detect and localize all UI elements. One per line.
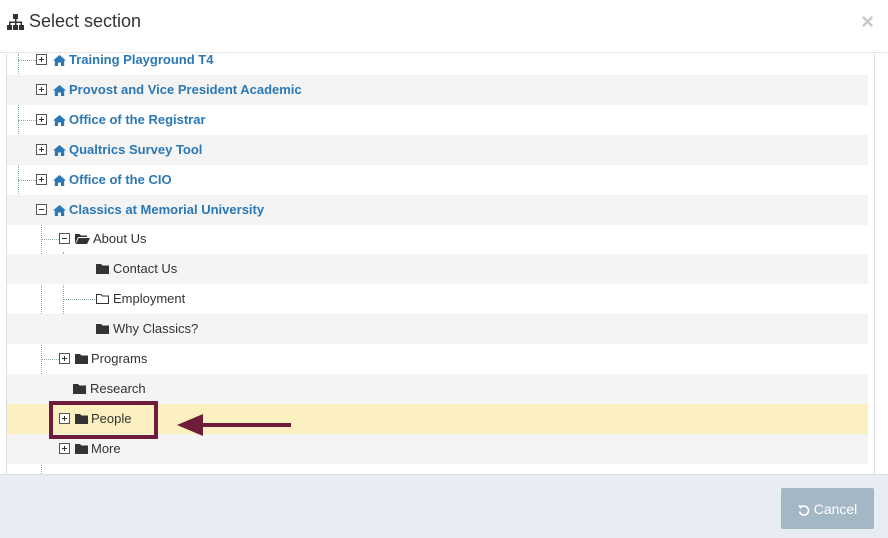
annotation-arrow-icon [177,414,291,436]
tree-item-training-playground[interactable]: Training Playground T4 [7,54,868,75]
tree-item-label[interactable]: Provost and Vice President Academic [69,75,302,105]
home-icon [53,115,66,126]
tree-item-about-us[interactable]: About Us [7,224,868,254]
tree-item-qualtrics[interactable]: Qualtrics Survey Tool [7,135,868,165]
tree-item-label[interactable]: Programs [91,344,147,374]
tree-item-label[interactable]: Contact Us [113,254,177,284]
folder-icon [73,384,86,394]
dialog-footer: Cancel [0,474,888,538]
folder-outline-icon [96,294,109,304]
expand-icon[interactable] [36,144,47,155]
home-icon [53,175,66,186]
sitemap-icon [7,14,24,30]
folder-icon [96,324,109,334]
tree-item-research[interactable]: Research [7,374,868,404]
tree-item-programs[interactable]: Programs [7,344,868,374]
tree-item-contact-us[interactable]: Contact Us [7,254,868,284]
tree-item-label[interactable]: About Us [93,224,146,254]
tree-item-classics[interactable]: Classics at Memorial University [7,195,868,225]
tree-item-label[interactable]: Office of the CIO [69,165,172,195]
dialog-title: Select section [29,11,142,31]
close-icon: × [861,9,874,34]
home-icon [53,55,66,66]
folder-icon [75,444,88,454]
tree-item-provost[interactable]: Provost and Vice President Academic [7,75,868,105]
expand-icon[interactable] [59,353,70,364]
cancel-button[interactable]: Cancel [781,488,874,529]
expand-icon[interactable] [36,114,47,125]
folder-icon [96,264,109,274]
folder-icon [75,354,88,364]
expand-icon[interactable] [36,174,47,185]
home-icon [53,145,66,156]
tree-item-label[interactable]: Why Classics? [113,314,198,344]
expand-icon[interactable] [36,54,47,65]
expand-icon[interactable] [59,443,70,454]
tree-item-label[interactable]: Qualtrics Survey Tool [69,135,202,165]
folder-open-icon [75,234,90,244]
home-icon [53,205,66,216]
annotation-highlight-box [49,401,158,439]
tree-item-why-classics[interactable]: Why Classics? [7,314,868,344]
tree-item-label[interactable]: Research [90,374,146,404]
expand-icon[interactable] [36,84,47,95]
close-button[interactable]: × [861,10,874,34]
collapse-icon[interactable] [59,233,70,244]
select-section-dialog: Select section × Training Playground T4 … [0,0,888,538]
tree-item-office-cio[interactable]: Office of the CIO [7,165,868,195]
dialog-header: Select section × [0,0,888,53]
tree-item-employment[interactable]: Employment [7,284,868,314]
cancel-label: Cancel [813,500,858,517]
tree-item-label[interactable]: Classics at Memorial University [69,195,264,225]
tree-item-label[interactable]: Employment [113,284,185,314]
collapse-icon[interactable] [36,204,47,215]
home-icon [53,85,66,96]
tree-item-registrar[interactable]: Office of the Registrar [7,105,868,135]
tree-item-label[interactable]: Training Playground T4 [69,54,213,75]
tree-item-label[interactable]: Office of the Registrar [69,105,206,135]
undo-icon [798,504,809,516]
